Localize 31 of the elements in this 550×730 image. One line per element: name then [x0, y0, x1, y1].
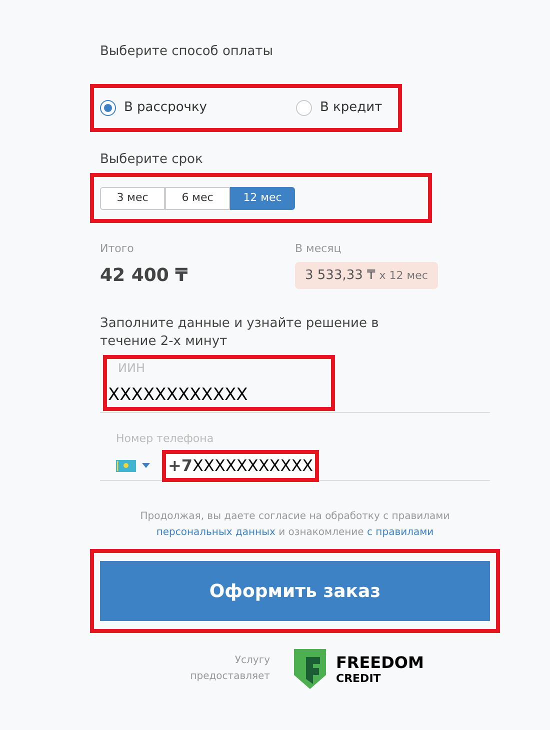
field-value: XXXXXXXXXXXX — [108, 384, 249, 407]
phone-value[interactable]: XXXXXXXXXXX — [192, 454, 314, 478]
term-tab[interactable]: 12 мес — [230, 186, 295, 210]
term-tab[interactable]: 6 мес — [165, 186, 230, 210]
monthly-amount: 3 533,33 ₸ — [305, 266, 376, 284]
consent-text: Продолжая, вы даете согласие на обработку с правилами персональных данных и ознакомление с правилами — [139, 510, 451, 540]
section-title: Выберите срок — [100, 150, 204, 168]
radio-checked-icon — [100, 100, 116, 116]
submit-button[interactable]: Оформить заказ — [100, 561, 490, 621]
iin-field[interactable]: ИИН XXXXXXXXXXXX — [108, 359, 330, 407]
term-tab[interactable]: 3 мес — [100, 186, 165, 210]
total-amount: 42 400 ₸ — [100, 264, 189, 288]
brand-name: FREEDOM — [336, 654, 424, 670]
radio-option[interactable]: В рассрочку — [100, 98, 296, 118]
total-label: Итого — [100, 241, 135, 257]
radio-unchecked-icon — [296, 100, 312, 116]
field-label: Номер телефона — [116, 431, 215, 447]
phone-prefix: +7 — [168, 454, 193, 476]
personal-data-link[interactable]: персональных данных — [156, 527, 276, 538]
rules-link[interactable]: с правилами — [367, 527, 434, 538]
monthly-label: В месяц — [295, 241, 342, 257]
flag-icon — [116, 460, 136, 472]
brand-subtitle: CREDIT — [336, 672, 382, 684]
radio-option[interactable]: В кредит — [296, 98, 382, 118]
provider-caption: Услугу предоставляет — [190, 654, 270, 684]
caret-icon — [142, 463, 150, 468]
monthly-term: x 12 мес — [379, 268, 428, 284]
section-title: Выберите способ оплаты — [100, 43, 274, 61]
field-label: ИИН — [118, 360, 146, 377]
form-title: Заполните данные и узнайте решение в течение 2-х минут — [100, 315, 380, 351]
shield-logo-icon — [294, 649, 326, 689]
